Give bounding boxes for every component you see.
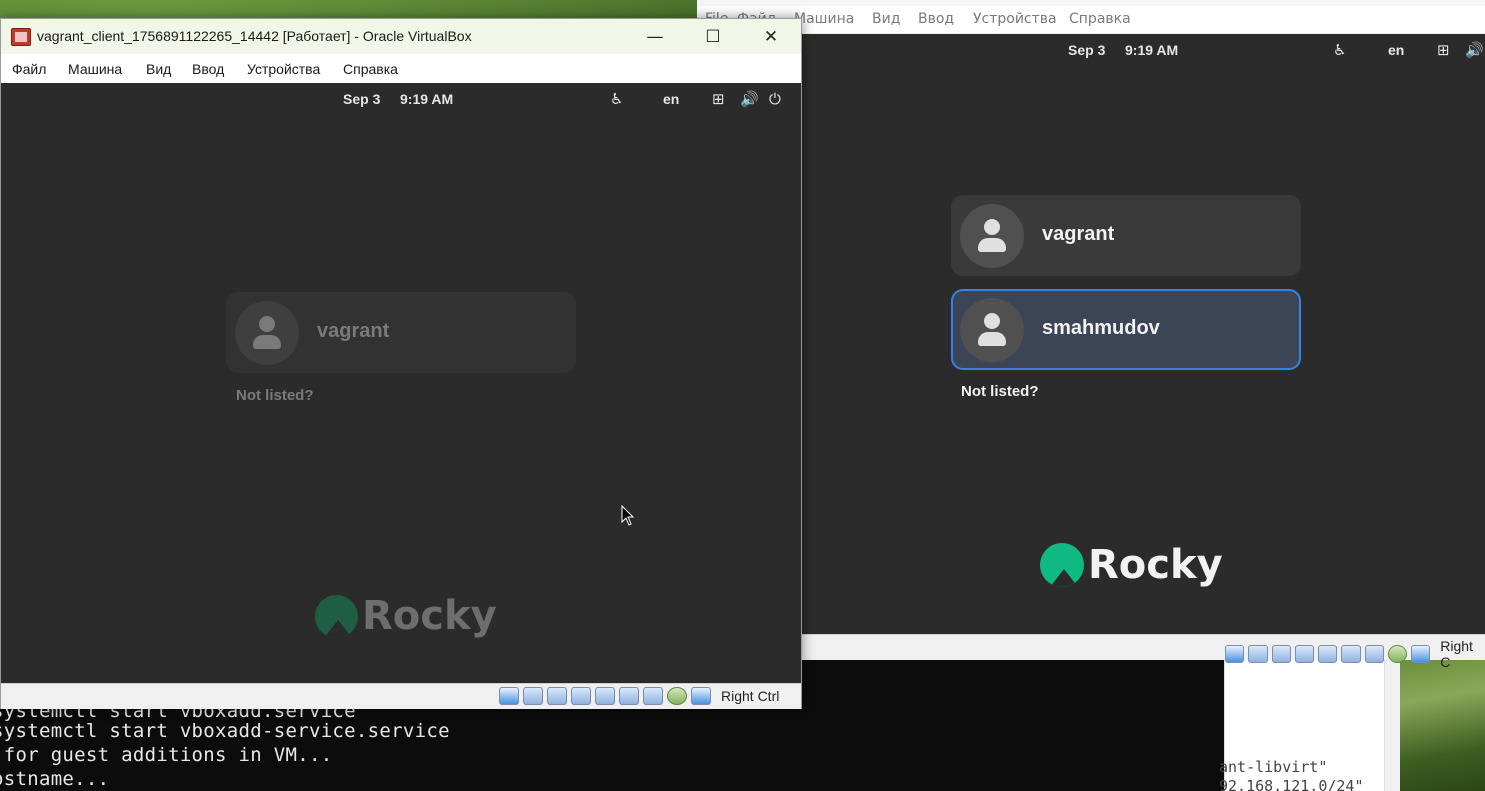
user-card-vagrant[interactable]: vagrant: [951, 195, 1301, 276]
terminal-line: ostname...: [0, 768, 110, 790]
vm-screen-gdm[interactable]: Sep 3 9:19 AM ♿ en ⊞ 🔊 vagrant smahmudov…: [800, 34, 1485, 634]
menu-input[interactable]: Ввод: [918, 11, 954, 27]
editor-line: ant-libvirt": [1219, 758, 1328, 776]
hdd-status-icon[interactable]: [1225, 645, 1245, 663]
user-avatar-icon: [235, 301, 299, 365]
gdm-lang[interactable]: en: [1388, 42, 1404, 58]
rocky-wordmark: Rocky: [362, 593, 497, 639]
mouse-integration-icon[interactable]: [1411, 645, 1431, 663]
host-key-label: Right C: [1440, 638, 1473, 670]
network-status-icon[interactable]: [1387, 645, 1407, 663]
user-card-smahmudov[interactable]: smahmudov: [951, 289, 1301, 370]
editor-line: 92.168.121.0/24": [1219, 777, 1364, 791]
close-button[interactable]: ✕: [742, 19, 800, 54]
shared-folders-icon[interactable]: [571, 687, 591, 705]
not-listed-link[interactable]: Not listed?: [961, 383, 1039, 400]
cpu-status-icon[interactable]: [643, 687, 663, 705]
menu-help[interactable]: Справка: [1069, 11, 1131, 27]
network-status-icon[interactable]: [667, 687, 687, 705]
desktop-background-strip: [1400, 660, 1485, 791]
user-card-vagrant[interactable]: vagrant: [226, 292, 576, 373]
menu-input[interactable]: Ввод: [192, 61, 224, 77]
menu-view[interactable]: Вид: [146, 61, 171, 77]
accessibility-icon[interactable]: ♿: [1333, 43, 1346, 58]
vm-screen-gdm[interactable]: Sep 3 9:19 AM ♿ en ⊞ 🔊 ⏻ vagrant Not lis…: [1, 83, 801, 683]
user-name: vagrant: [317, 320, 390, 342]
menu-file[interactable]: Файл: [12, 61, 46, 77]
display-status-icon[interactable]: [595, 687, 615, 705]
volume-icon[interactable]: 🔊: [1465, 43, 1484, 58]
optical-status-icon[interactable]: [1248, 645, 1268, 663]
rocky-logo: Rocky: [1040, 542, 1223, 588]
menu-bar: File Файл Машина Вид Ввод Устройства Спр…: [697, 6, 1485, 33]
vm-status-bar: Right C: [800, 634, 1485, 670]
gdm-time[interactable]: 9:19 AM: [1125, 42, 1178, 58]
gdm-date: Sep 3: [343, 91, 381, 107]
recording-status-icon[interactable]: [1341, 645, 1361, 663]
virtualbox-window-secondary[interactable]: File Файл Машина Вид Ввод Устройства Спр…: [697, 0, 1485, 670]
not-listed-link[interactable]: Not listed?: [236, 387, 314, 404]
host-key-label: Right Ctrl: [721, 688, 780, 704]
cpu-status-icon[interactable]: [1364, 645, 1384, 663]
rocky-wordmark: Rocky: [1088, 542, 1223, 588]
audio-status-icon[interactable]: [547, 687, 567, 705]
user-avatar-icon: [960, 298, 1024, 362]
virtualbox-window-main[interactable]: vagrant_client_1756891122265_14442 [Рабо…: [0, 18, 802, 709]
scrollbar[interactable]: [1384, 660, 1400, 791]
gdm-date: Sep 3: [1068, 42, 1106, 58]
terminal-line: for guest additions in VM...: [0, 744, 333, 766]
rocky-mark-icon: [1040, 543, 1084, 587]
menu-devices[interactable]: Устройства: [973, 11, 1057, 27]
minimize-button[interactable]: —: [626, 19, 684, 54]
accessibility-icon[interactable]: ♿: [610, 92, 623, 107]
mouse-cursor-icon: [621, 505, 635, 526]
optical-status-icon[interactable]: [523, 687, 543, 705]
display-status-icon[interactable]: [1318, 645, 1338, 663]
rocky-logo: Rocky: [315, 593, 497, 639]
menu-bar: Файл Машина Вид Ввод Устройства Справка: [1, 54, 801, 83]
terminal-line: systemctl start vboxadd-service.service: [0, 720, 450, 742]
maximize-button[interactable]: ☐: [684, 19, 742, 54]
rocky-mark-icon: [315, 594, 358, 638]
menu-machine[interactable]: Машина: [794, 11, 854, 27]
network-icon[interactable]: ⊞: [712, 92, 725, 107]
user-name: vagrant: [1042, 223, 1115, 245]
vm-status-bar: Right Ctrl: [1, 683, 801, 709]
audio-status-icon[interactable]: [1271, 645, 1291, 663]
gdm-lang[interactable]: en: [663, 91, 679, 107]
hdd-status-icon[interactable]: [499, 687, 519, 705]
text-editor-panel[interactable]: ant-libvirt" 92.168.121.0/24": [1219, 660, 1400, 791]
virtualbox-app-icon: [11, 28, 31, 46]
user-name: smahmudov: [1042, 317, 1160, 339]
menu-help[interactable]: Справка: [343, 61, 398, 77]
mouse-integration-icon[interactable]: [691, 687, 711, 705]
network-icon[interactable]: ⊞: [1437, 43, 1450, 58]
window-title: vagrant_client_1756891122265_14442 [Рабо…: [37, 28, 472, 44]
menu-devices[interactable]: Устройства: [247, 61, 320, 77]
menu-view[interactable]: Вид: [872, 11, 900, 27]
user-avatar-icon: [960, 204, 1024, 268]
menu-machine[interactable]: Машина: [68, 61, 122, 77]
volume-icon[interactable]: 🔊: [740, 92, 759, 107]
shared-folders-icon[interactable]: [1294, 645, 1314, 663]
gdm-time[interactable]: 9:19 AM: [400, 91, 453, 107]
recording-status-icon[interactable]: [619, 687, 639, 705]
power-icon[interactable]: ⏻: [769, 92, 781, 107]
title-bar[interactable]: vagrant_client_1756891122265_14442 [Рабо…: [1, 19, 801, 54]
